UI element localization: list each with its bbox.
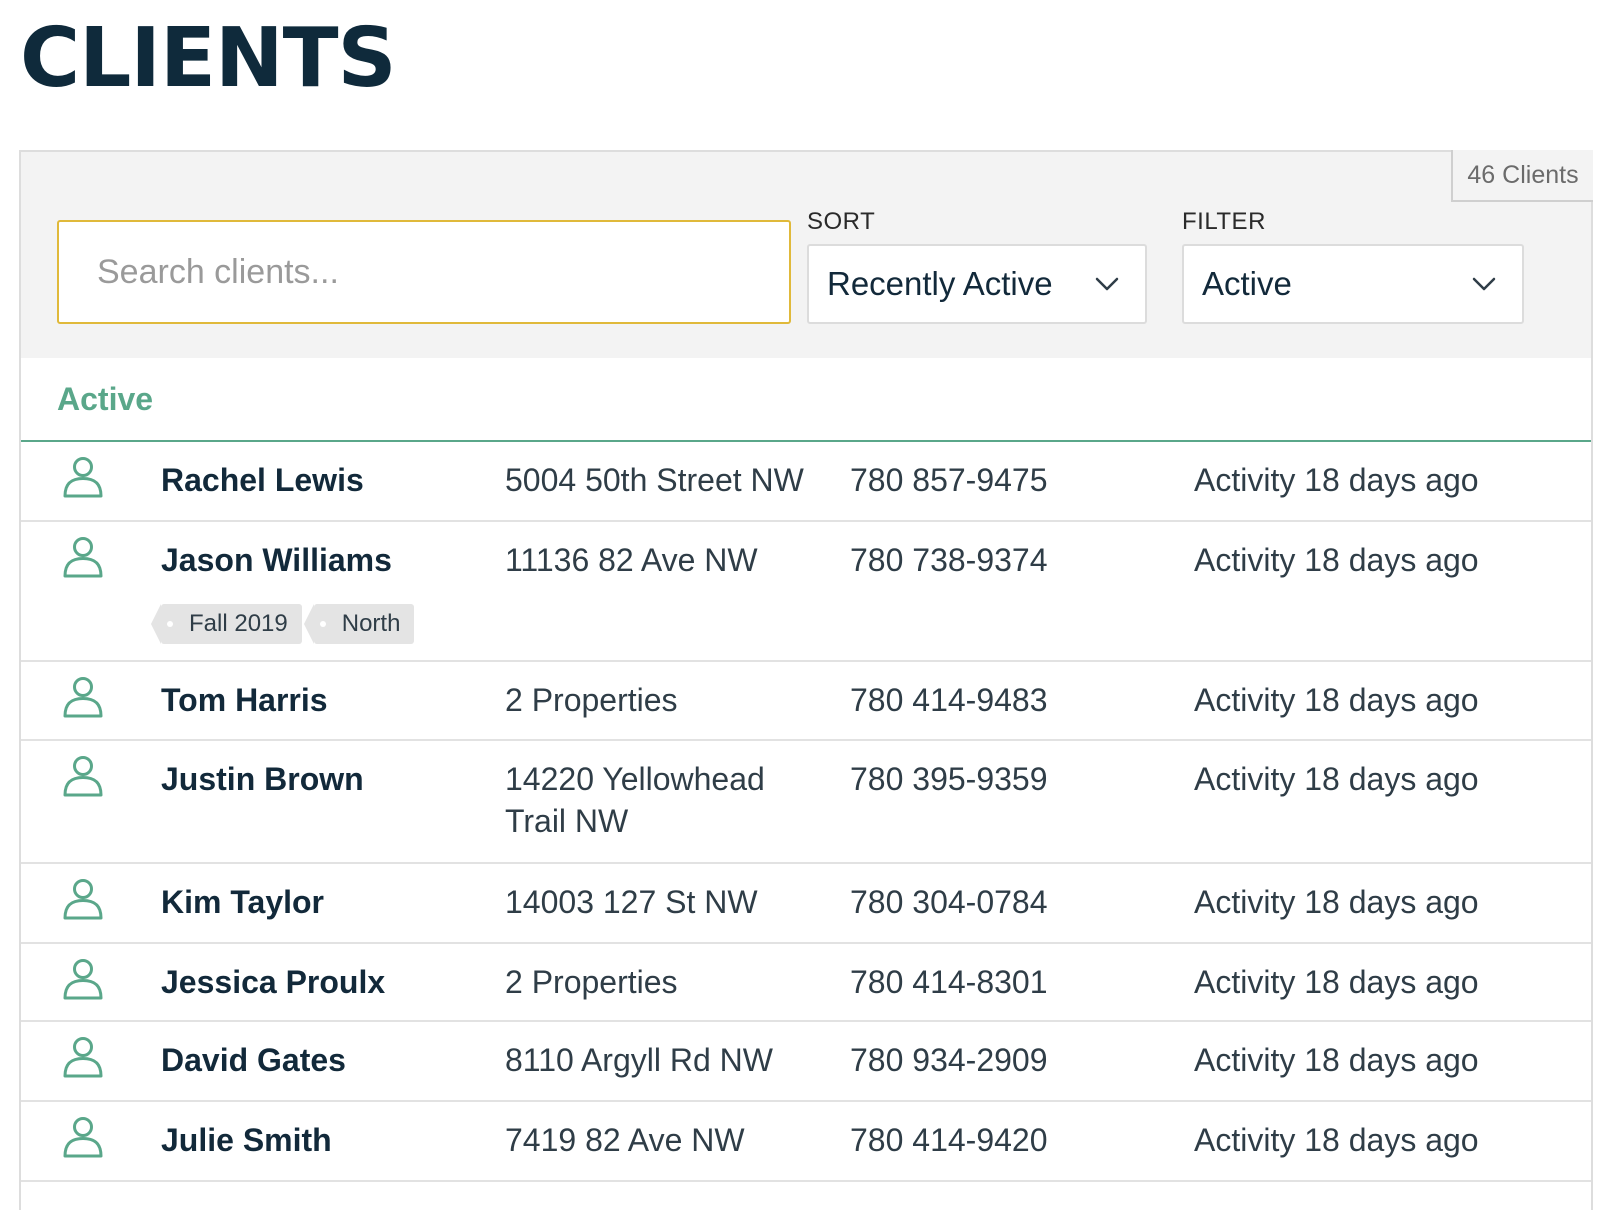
filter-label: FILTER [1182,208,1266,235]
client-activity: Activity 18 days ago [1194,964,1479,1000]
client-address: 14220 Yellowhead Trail NW [505,761,765,839]
clients-panel: 46 Clients SORT Recently Active FILTER A… [19,150,1593,1210]
person-icon [63,1117,103,1158]
client-row[interactable]: David Gates 8110 Argyll Rd NW 780 934-29… [21,1022,1591,1102]
client-row[interactable]: Rachel Lewis 5004 50th Street NW 780 857… [21,442,1591,522]
client-name[interactable]: Tom Harris [161,682,328,719]
client-phone: 780 738-9374 [850,542,1048,578]
client-tags: Fall 2019 North [151,604,415,644]
client-phone: 780 934-2909 [850,1042,1048,1078]
client-row[interactable]: Julie Smith 7419 82 Ave NW 780 414-9420 … [21,1102,1591,1182]
client-row[interactable]: Jessica Proulx 2 Properties 780 414-8301… [21,944,1591,1022]
client-address: 7419 82 Ave NW [505,1122,745,1158]
person-icon [63,879,103,920]
person-icon [63,959,103,1000]
client-name[interactable]: Julie Smith [161,1122,332,1159]
client-name[interactable]: Jessica Proulx [161,964,385,1001]
client-row[interactable]: Kim Taylor 14003 127 St NW 780 304-0784 … [21,864,1591,944]
person-icon [63,1037,103,1078]
client-list: Rachel Lewis 5004 50th Street NW 780 857… [21,442,1591,1182]
client-address: 2 Properties [505,964,678,1000]
person-icon [63,756,103,797]
client-row[interactable]: Jason Williams 11136 82 Ave NW 780 738-9… [21,522,1591,662]
search-box[interactable] [57,220,791,324]
client-count-badge: 46 Clients [1451,150,1593,202]
client-name[interactable]: David Gates [161,1042,346,1079]
client-phone: 780 414-9483 [850,682,1048,718]
client-address: 5004 50th Street NW [505,462,804,498]
filter-select[interactable]: Active [1182,244,1524,324]
client-activity: Activity 18 days ago [1194,1042,1479,1078]
client-activity: Activity 18 days ago [1194,462,1479,498]
chevron-down-icon [1472,277,1496,291]
client-address: 8110 Argyll Rd NW [505,1042,773,1078]
client-name[interactable]: Kim Taylor [161,884,324,921]
page-title: CLIENTS [20,11,397,106]
client-address: 14003 127 St NW [505,884,758,920]
section-header-active: Active [21,358,1591,442]
client-activity: Activity 18 days ago [1194,884,1479,920]
client-phone: 780 395-9359 [850,761,1048,797]
client-phone: 780 414-8301 [850,964,1048,1000]
person-icon [63,537,103,578]
client-activity: Activity 18 days ago [1194,542,1479,578]
sort-label: SORT [807,208,876,235]
search-input[interactable] [95,251,789,293]
client-activity: Activity 18 days ago [1194,1122,1479,1158]
filter-select-value: Active [1202,265,1292,302]
client-address: 2 Properties [505,682,678,718]
client-name[interactable]: Jason Williams [161,542,392,579]
client-activity: Activity 18 days ago [1194,761,1479,797]
client-row[interactable]: Justin Brown 14220 Yellowhead Trail NW 7… [21,741,1591,864]
person-icon [63,457,103,498]
person-icon [63,677,103,718]
tag-badge[interactable]: Fall 2019 [151,604,302,644]
chevron-down-icon [1095,277,1119,291]
sort-select[interactable]: Recently Active [807,244,1147,324]
sort-select-value: Recently Active [827,265,1053,302]
client-phone: 780 857-9475 [850,462,1048,498]
client-name[interactable]: Justin Brown [161,761,364,798]
client-activity: Activity 18 days ago [1194,682,1479,718]
tag-badge[interactable]: North [303,604,415,644]
client-name[interactable]: Rachel Lewis [161,462,364,499]
client-address: 11136 82 Ave NW [505,542,758,578]
client-phone: 780 304-0784 [850,884,1048,920]
client-phone: 780 414-9420 [850,1122,1048,1158]
client-row[interactable]: Tom Harris 2 Properties 780 414-9483 Act… [21,662,1591,741]
toolbar: 46 Clients SORT Recently Active FILTER A… [21,150,1593,358]
